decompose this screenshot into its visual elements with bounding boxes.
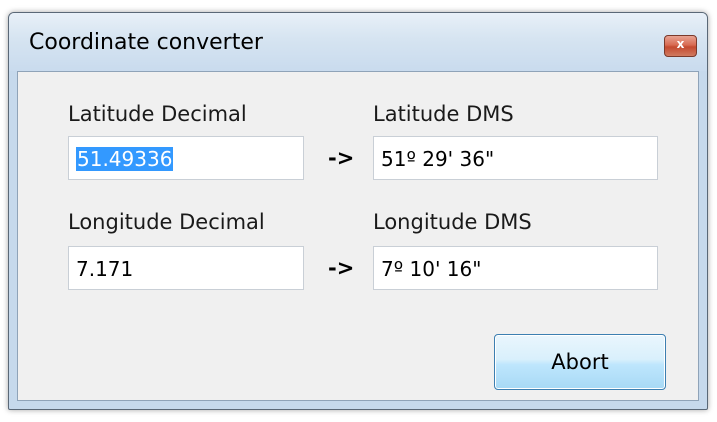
longitude-arrow: ->: [328, 256, 355, 280]
dialog-window: Coordinate converter x Latitude Decimal …: [8, 12, 708, 410]
latitude-decimal-label: Latitude Decimal: [68, 102, 247, 126]
abort-button[interactable]: Abort: [494, 334, 666, 390]
longitude-decimal-label: Longitude Decimal: [68, 210, 265, 234]
longitude-dms-value: 7º 10' 16": [381, 257, 482, 281]
latitude-decimal-value: 51.49336: [76, 147, 174, 171]
latitude-dms-label: Latitude DMS: [373, 102, 514, 126]
latitude-dms-field[interactable]: 51º 29' 36": [373, 136, 658, 180]
longitude-dms-field[interactable]: 7º 10' 16": [373, 246, 658, 290]
latitude-decimal-input[interactable]: 51.49336: [68, 136, 304, 180]
longitude-decimal-value: 7.171: [76, 257, 134, 281]
latitude-arrow: ->: [328, 146, 355, 170]
longitude-dms-label: Longitude DMS: [373, 210, 532, 234]
latitude-dms-value: 51º 29' 36": [381, 147, 495, 171]
close-icon: x: [676, 37, 685, 51]
title-bar[interactable]: Coordinate converter x: [9, 13, 707, 71]
window-title: Coordinate converter: [29, 30, 263, 55]
dialog-body: Latitude Decimal 51.49336 -> Latitude DM…: [17, 71, 699, 401]
close-button[interactable]: x: [664, 35, 697, 57]
longitude-decimal-input[interactable]: 7.171: [68, 246, 304, 290]
